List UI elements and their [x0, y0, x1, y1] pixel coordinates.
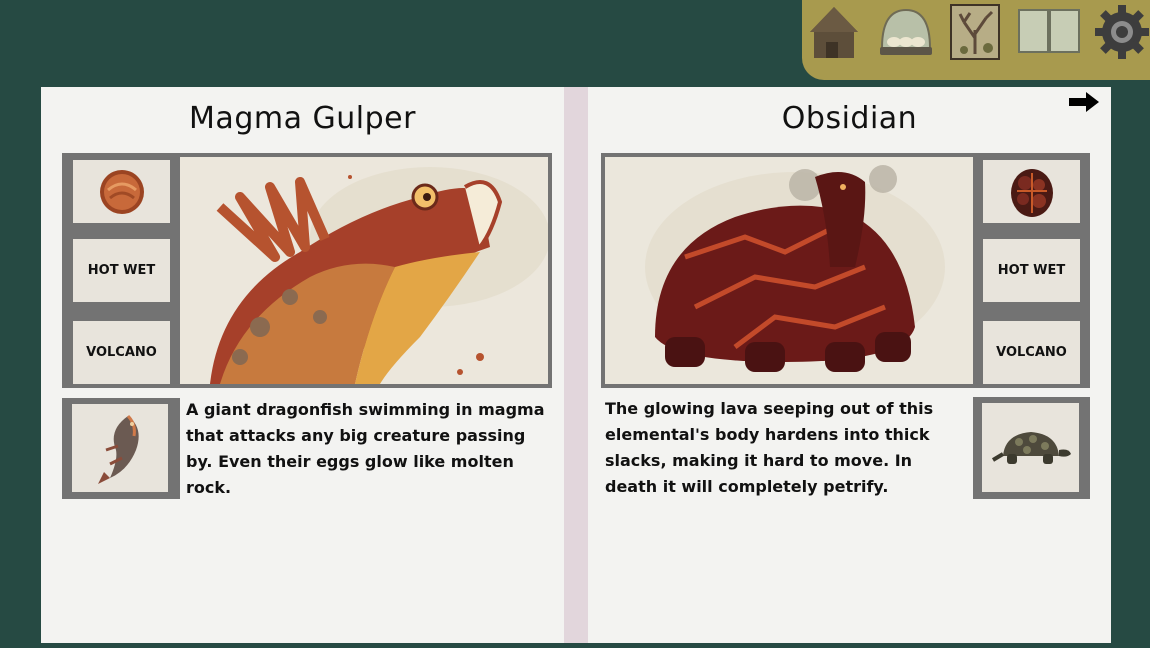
sprite-frame: [62, 398, 180, 499]
climate-cell: HOT WET: [983, 239, 1080, 302]
right-page: Obsidian HOT WET VOLCANO The glowing lav…: [588, 87, 1111, 643]
sprite-cell: [982, 403, 1079, 492]
book-icon[interactable]: [1018, 8, 1080, 54]
orange-egg-icon: [99, 169, 144, 214]
tree-icon[interactable]: [950, 4, 1000, 60]
biome-cell: VOLCANO: [983, 321, 1080, 384]
dome-icon[interactable]: [876, 4, 936, 60]
left-page: Magma Gulper HOT WET VOLCANO A giant dra…: [41, 87, 564, 643]
hut-icon[interactable]: [804, 4, 864, 60]
creature-title: Magma Gulper: [189, 101, 416, 136]
sprite-frame: [973, 397, 1090, 499]
book-spine: [564, 87, 588, 643]
info-frame: HOT WET VOLCANO: [601, 153, 1090, 388]
egg-cell: [73, 160, 170, 223]
top-toolbar: [802, 0, 1150, 80]
fish-sprite-icon: [98, 414, 139, 484]
lava-tortoise-art: [605, 157, 973, 384]
creature-description: The glowing lava seeping out of this ele…: [605, 399, 934, 496]
dragonfish-art: [180, 157, 548, 384]
creature-description: A giant dragonfish swimming in magma tha…: [186, 400, 545, 497]
info-frame: HOT WET VOLCANO: [62, 153, 552, 388]
sprite-cell: [72, 404, 168, 492]
egg-cell: [983, 160, 1080, 223]
lava-rock-egg-icon: [1010, 168, 1053, 217]
gear-icon[interactable]: [1094, 4, 1150, 60]
biome-cell: VOLCANO: [73, 321, 170, 384]
next-page-arrow-icon[interactable]: [1068, 91, 1100, 113]
creature-title: Obsidian: [781, 101, 918, 136]
climate-cell: HOT WET: [73, 239, 170, 302]
tortoise-sprite-icon: [991, 431, 1071, 464]
